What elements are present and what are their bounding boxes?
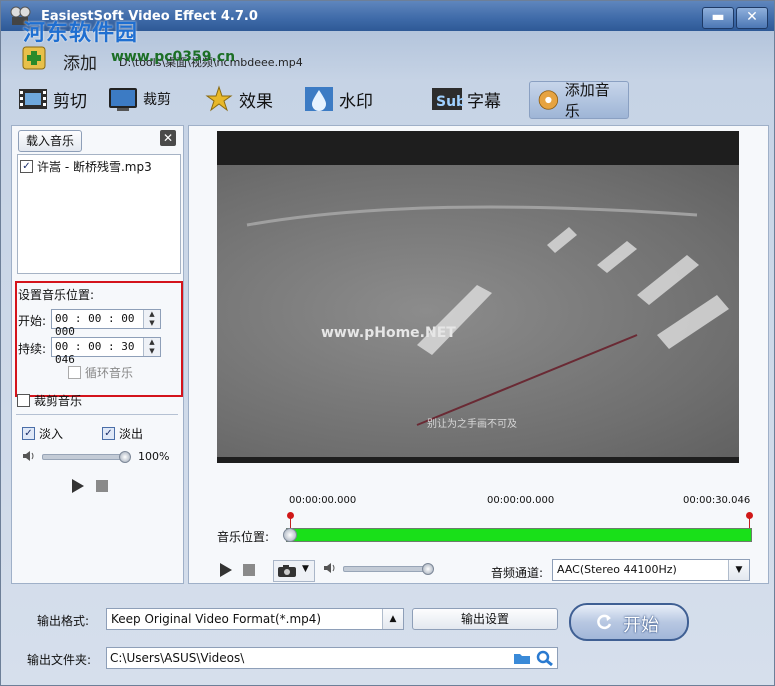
search-icon[interactable] <box>536 650 554 666</box>
tab-cut[interactable]: 剪切 <box>17 81 87 117</box>
chevron-up-icon[interactable]: ▲ <box>382 609 403 629</box>
loop-music-label: 循环音乐 <box>85 366 134 380</box>
preview-volume-slider[interactable] <box>343 566 433 572</box>
position-thumb[interactable] <box>283 528 297 542</box>
loop-checkbox-box[interactable] <box>68 366 81 379</box>
time-start: 00:00:00.000 <box>289 495 357 506</box>
video-frame: www.pHome.NET 别让为之手画不可及 <box>217 165 739 457</box>
play-icon[interactable] <box>70 478 86 494</box>
output-format-label: 输出格式: <box>37 614 90 628</box>
fade-out-checkbox[interactable]: ✓ 淡出 <box>102 425 143 442</box>
minimize-button[interactable]: ▬ <box>702 7 734 29</box>
spin-up-icon[interactable]: ▲ <box>144 338 160 347</box>
crop-checkbox-box[interactable] <box>17 394 30 407</box>
duration-label: 持续: <box>18 342 47 356</box>
speaker-icon <box>23 451 34 461</box>
music-panel: 载入音乐 ✕ ✓ 许嵩 - 断桥残雪.mp3 设置音乐位置: 开始: 00 : … <box>11 125 184 584</box>
music-list: ✓ 许嵩 - 断桥残雪.mp3 <box>17 154 181 274</box>
monitor-icon <box>109 88 137 111</box>
output-folder-label: 输出文件夹: <box>27 653 92 667</box>
tab-subtitle-label: 字幕 <box>467 91 501 112</box>
start-button[interactable]: 开始 <box>569 603 689 641</box>
camera-icon <box>278 565 296 577</box>
tab-add-music-label: 添加音乐 <box>564 81 610 120</box>
start-time-spinner[interactable]: 00 : 00 : 00 . 000 ▲ ▼ <box>51 309 161 338</box>
fade-in-checkbox[interactable]: ✓ 淡入 <box>22 425 63 442</box>
fade-in-box[interactable]: ✓ <box>22 427 35 440</box>
music-volume-value: 100% <box>138 450 170 463</box>
tab-effect-label: 效果 <box>239 91 273 112</box>
film-icon <box>19 89 47 109</box>
tab-crop-label: 裁剪 <box>143 92 171 108</box>
sparkle-icon <box>205 85 233 112</box>
spin-down-icon[interactable]: ▼ <box>144 347 160 356</box>
crop-music-label: 裁剪音乐 <box>34 394 83 408</box>
output-format-value: Keep Original Video Format(*.mp4) <box>111 612 322 626</box>
tab-add-music[interactable]: 添加音乐 <box>529 81 629 120</box>
water-drop-icon <box>305 87 333 111</box>
duration-spinner[interactable]: 00 : 00 : 30 . 046 ▲ ▼ <box>51 337 161 366</box>
output-settings-button[interactable]: 输出设置 <box>412 608 558 630</box>
tab-watermark[interactable]: 水印 <box>303 81 373 117</box>
spin-down-icon[interactable]: ▼ <box>144 319 160 328</box>
video-content <box>246 205 729 426</box>
chevron-down-icon[interactable]: ▼ <box>728 560 749 580</box>
video-watermark: www.pHome.NET <box>321 325 456 341</box>
music-volume-thumb[interactable] <box>119 451 131 463</box>
list-item[interactable]: ✓ 许嵩 - 断桥残雪.mp3 <box>20 158 152 174</box>
chevron-down-icon: ▼ <box>302 564 309 574</box>
remove-music-button[interactable]: ✕ <box>160 130 176 146</box>
subtitle-icon-text: Sub <box>436 94 463 110</box>
folder-icon[interactable] <box>513 651 531 665</box>
stop-icon[interactable] <box>96 480 108 492</box>
output-folder-field[interactable]: C:\Users\ASUS\Videos\ <box>106 647 558 669</box>
music-item-checkbox[interactable]: ✓ <box>20 159 33 173</box>
snapshot-button[interactable]: ▼ <box>273 560 315 582</box>
fade-out-box[interactable]: ✓ <box>102 427 115 440</box>
spin-up-icon[interactable]: ▲ <box>144 310 160 319</box>
video-subtitle: 别让为之手画不可及 <box>427 419 517 430</box>
music-volume-slider[interactable] <box>42 454 126 460</box>
fade-out-label: 淡出 <box>119 427 144 441</box>
crop-music-checkbox[interactable]: 裁剪音乐 <box>17 392 82 409</box>
play-icon[interactable] <box>219 562 233 578</box>
close-button[interactable]: ✕ <box>736 7 768 29</box>
output-folder-value: C:\Users\ASUS\Videos\ <box>110 651 245 665</box>
preview-volume-thumb[interactable] <box>421 563 434 575</box>
audio-channel-value: AAC(Stereo 44100Hz) <box>557 563 677 576</box>
add-button[interactable]: 添加 <box>63 49 97 74</box>
add-file-icon[interactable] <box>17 43 51 73</box>
music-position-bar[interactable] <box>286 528 752 542</box>
output-bar: 输出格式: Keep Original Video Format(*.mp4) … <box>1 591 774 685</box>
refresh-icon <box>597 614 612 630</box>
music-position-title: 设置音乐位置: <box>18 288 95 302</box>
preview-panel: www.pHome.NET 别让为之手画不可及 00:00:00.000 00:… <box>188 125 769 584</box>
load-music-button[interactable]: 载入音乐 <box>18 130 82 152</box>
music-position-label: 音乐位置: <box>217 530 270 544</box>
loop-music-checkbox[interactable]: 循环音乐 <box>68 364 133 381</box>
time-mid: 00:00:00.000 <box>487 495 555 506</box>
feature-tabs: 剪切 裁剪 效果 水印 Sub 字幕 添加音乐 <box>11 79 771 120</box>
subtitle-icon: Sub <box>432 88 463 110</box>
divider <box>16 414 178 415</box>
tab-crop[interactable]: 裁剪 <box>107 81 171 117</box>
video-preview: www.pHome.NET 别让为之手画不可及 <box>217 131 739 463</box>
time-end: 00:00:30.046 <box>683 495 751 506</box>
audio-channel-label: 音频通道: <box>491 566 544 580</box>
tab-subtitle[interactable]: Sub 字幕 <box>431 81 501 117</box>
fade-in-label: 淡入 <box>39 427 64 441</box>
watermark-url: www.pc0359.cn <box>111 49 236 65</box>
speaker-icon <box>324 563 335 573</box>
music-disc-icon <box>538 90 559 110</box>
audio-channel-select[interactable]: AAC(Stereo 44100Hz) ▼ <box>552 559 750 581</box>
app-window: EasiestSoft Video Effect 4.7.0 ▬ ✕ 河东软件园… <box>0 0 775 686</box>
tab-watermark-label: 水印 <box>339 91 373 112</box>
start-button-label: 开始 <box>623 615 659 636</box>
music-item-name: 许嵩 - 断桥残雪.mp3 <box>37 159 152 174</box>
start-label: 开始: <box>18 314 47 328</box>
stop-icon[interactable] <box>243 564 255 576</box>
tab-cut-label: 剪切 <box>53 91 87 112</box>
output-format-select[interactable]: Keep Original Video Format(*.mp4) ▲ <box>106 608 404 630</box>
tab-effect[interactable]: 效果 <box>203 81 273 117</box>
